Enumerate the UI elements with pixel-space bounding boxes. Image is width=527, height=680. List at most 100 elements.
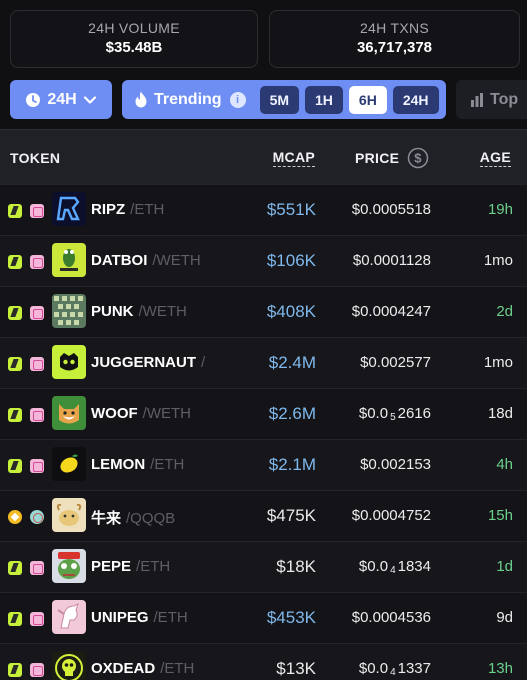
chain-badge-icon — [30, 255, 44, 269]
flame-icon — [135, 91, 147, 108]
trending-button[interactable]: Trending i — [134, 91, 246, 109]
table-row[interactable]: DATBOI/WETH $106K $0.0001128 1mo — [0, 235, 527, 286]
token-mcap: $2.4M — [268, 353, 316, 372]
token-mcap: $551K — [266, 200, 316, 219]
token-price: $0.0 4 1337 — [358, 660, 431, 678]
token-price: $0.0 4 1834 — [358, 558, 431, 576]
stat-card-volume: 24H VOLUME $35.48B — [10, 10, 258, 68]
token-mcap: $453K — [266, 608, 316, 627]
token-symbol: OXDEAD — [91, 660, 156, 677]
token-age: 2d — [496, 303, 513, 320]
token-logo — [52, 600, 86, 634]
header-age[interactable]: AGE — [479, 130, 511, 185]
table-row[interactable]: PUNK/WETH $408K $0.0004247 2d — [0, 286, 527, 337]
token-price: $0.0001128 — [352, 252, 431, 269]
timeframe-1h[interactable]: 1H — [305, 85, 343, 114]
chain-badge-icon — [30, 204, 44, 218]
token-mcap: $408K — [266, 302, 316, 321]
chain-badge-icon — [30, 459, 44, 473]
dex-badge-icon — [8, 612, 22, 626]
table-row[interactable]: PEPE/ETH $18K $0.0 4 1834 1d — [0, 541, 527, 592]
top-label: Top — [490, 90, 519, 108]
dex-badge-icon — [8, 255, 22, 269]
token-mcap: $475K — [266, 506, 316, 525]
dex-badge-icon — [8, 357, 22, 371]
token-age: 19h — [487, 201, 513, 218]
token-symbol: WOOF — [91, 405, 138, 422]
filter-bar: 24H Trending i 5M 1H 6H 24H Top — [0, 80, 527, 120]
header-mcap[interactable]: MCAP — [272, 130, 315, 185]
dex-badge-icon — [8, 306, 22, 320]
chain-badge-icon — [30, 561, 44, 575]
dollar-circle-icon[interactable]: $ — [407, 147, 429, 169]
chain-badge-icon — [30, 306, 44, 320]
token-pair: /QQQB — [126, 510, 176, 527]
timeframe-6h[interactable]: 6H — [348, 85, 387, 114]
bar-chart-icon — [471, 92, 483, 107]
token-price: $0.0 5 2616 — [358, 405, 431, 423]
token-logo — [52, 498, 86, 532]
clock-icon — [26, 92, 41, 107]
token-logo — [52, 396, 86, 430]
dex-badge-icon — [8, 459, 22, 473]
token-symbol: DATBOI — [91, 252, 148, 269]
chain-badge-icon — [30, 408, 44, 422]
token-age: 1mo — [483, 354, 513, 371]
period-dropdown[interactable]: 24H — [10, 80, 112, 119]
dex-badge-icon — [8, 663, 22, 677]
table-row[interactable]: WOOF/WETH $2.6M $0.0 5 2616 18d — [0, 388, 527, 439]
token-pair: /WETH — [142, 405, 191, 422]
token-mcap: $2.1M — [268, 455, 316, 474]
token-price: $0.002577 — [360, 354, 431, 371]
token-logo — [52, 549, 86, 583]
table-row[interactable]: 牛来/QQQB $475K $0.0004752 15h — [0, 490, 527, 541]
token-pair: /ETH — [160, 660, 195, 677]
table-row[interactable]: RIPZ/ETH $551K $0.0005518 19h — [0, 184, 527, 235]
chain-badge-icon — [30, 357, 44, 371]
token-age: 18d — [487, 405, 513, 422]
token-symbol: LEMON — [91, 456, 146, 473]
table-header: TOKEN MCAP PRICE $ AGE — [0, 129, 527, 184]
trending-group: Trending i 5M 1H 6H 24H — [122, 80, 446, 119]
chain-badge-icon — [30, 612, 44, 626]
token-symbol: JUGGERNAUT — [91, 354, 197, 371]
txns-label: 24H TXNS — [359, 20, 430, 36]
token-symbol: UNIPEG — [91, 609, 149, 626]
header-token[interactable]: TOKEN — [10, 130, 60, 185]
top-button[interactable]: Top — [456, 80, 527, 119]
token-pair: /ETH — [130, 201, 165, 218]
table-body: RIPZ/ETH $551K $0.0005518 19h DATBOI/WET… — [0, 184, 527, 680]
token-age: 15h — [487, 507, 513, 524]
token-symbol: PEPE — [91, 558, 132, 575]
txns-value: 36,717,378 — [356, 39, 433, 56]
token-pair: /ETH — [136, 558, 171, 575]
info-icon[interactable]: i — [229, 91, 246, 108]
timeframe-5m[interactable]: 5M — [259, 85, 300, 114]
stat-card-txns: 24H TXNS 36,717,378 — [269, 10, 520, 68]
chain-badge-icon — [30, 510, 44, 524]
token-mcap: $18K — [276, 557, 316, 576]
header-price[interactable]: PRICE $ — [355, 130, 429, 185]
timeframe-24h[interactable]: 24H — [392, 85, 439, 114]
token-mcap: $2.6M — [268, 404, 316, 423]
volume-label: 24H VOLUME — [88, 20, 180, 36]
token-symbol: 牛来 — [91, 510, 122, 527]
token-age: 1d — [496, 558, 513, 575]
timeframe-buttons: 5M 1H 6H 24H — [259, 85, 439, 114]
token-price: $0.0005518 — [351, 201, 431, 218]
table-row[interactable]: OXDEAD/ETH $13K $0.0 4 1337 13h — [0, 643, 527, 680]
dex-badge-icon — [8, 510, 22, 524]
token-age: 4h — [496, 456, 513, 473]
token-mcap: $106K — [266, 251, 316, 270]
token-logo — [52, 345, 86, 379]
dex-badge-icon — [8, 561, 22, 575]
table-row[interactable]: JUGGERNAUT / $2.4M $0.002577 1mo — [0, 337, 527, 388]
token-pair: /WETH — [152, 252, 201, 269]
period-label: 24H — [47, 90, 77, 108]
token-price: $0.002153 — [360, 456, 431, 473]
table-row[interactable]: UNIPEG/ETH $453K $0.0004536 9d — [0, 592, 527, 643]
token-symbol: RIPZ — [91, 201, 126, 218]
token-age: 1mo — [483, 252, 513, 269]
token-logo — [52, 243, 86, 277]
table-row[interactable]: LEMON/ETH $2.1M $0.002153 4h — [0, 439, 527, 490]
